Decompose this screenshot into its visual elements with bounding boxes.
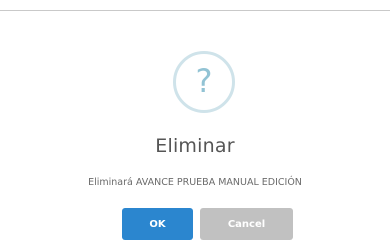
ok-button[interactable]: OK [122,208,193,240]
confirm-dialog: ? Eliminar Eliminará AVANCE PRUEBA MANUA… [0,11,390,243]
question-mark-icon: ? [173,51,235,113]
question-mark-glyph: ? [195,62,213,100]
dialog-title: Eliminar [155,135,235,157]
dialog-message: Eliminará AVANCE PRUEBA MANUAL EDICIÓN [88,177,302,188]
cancel-button[interactable]: Cancel [200,208,293,240]
